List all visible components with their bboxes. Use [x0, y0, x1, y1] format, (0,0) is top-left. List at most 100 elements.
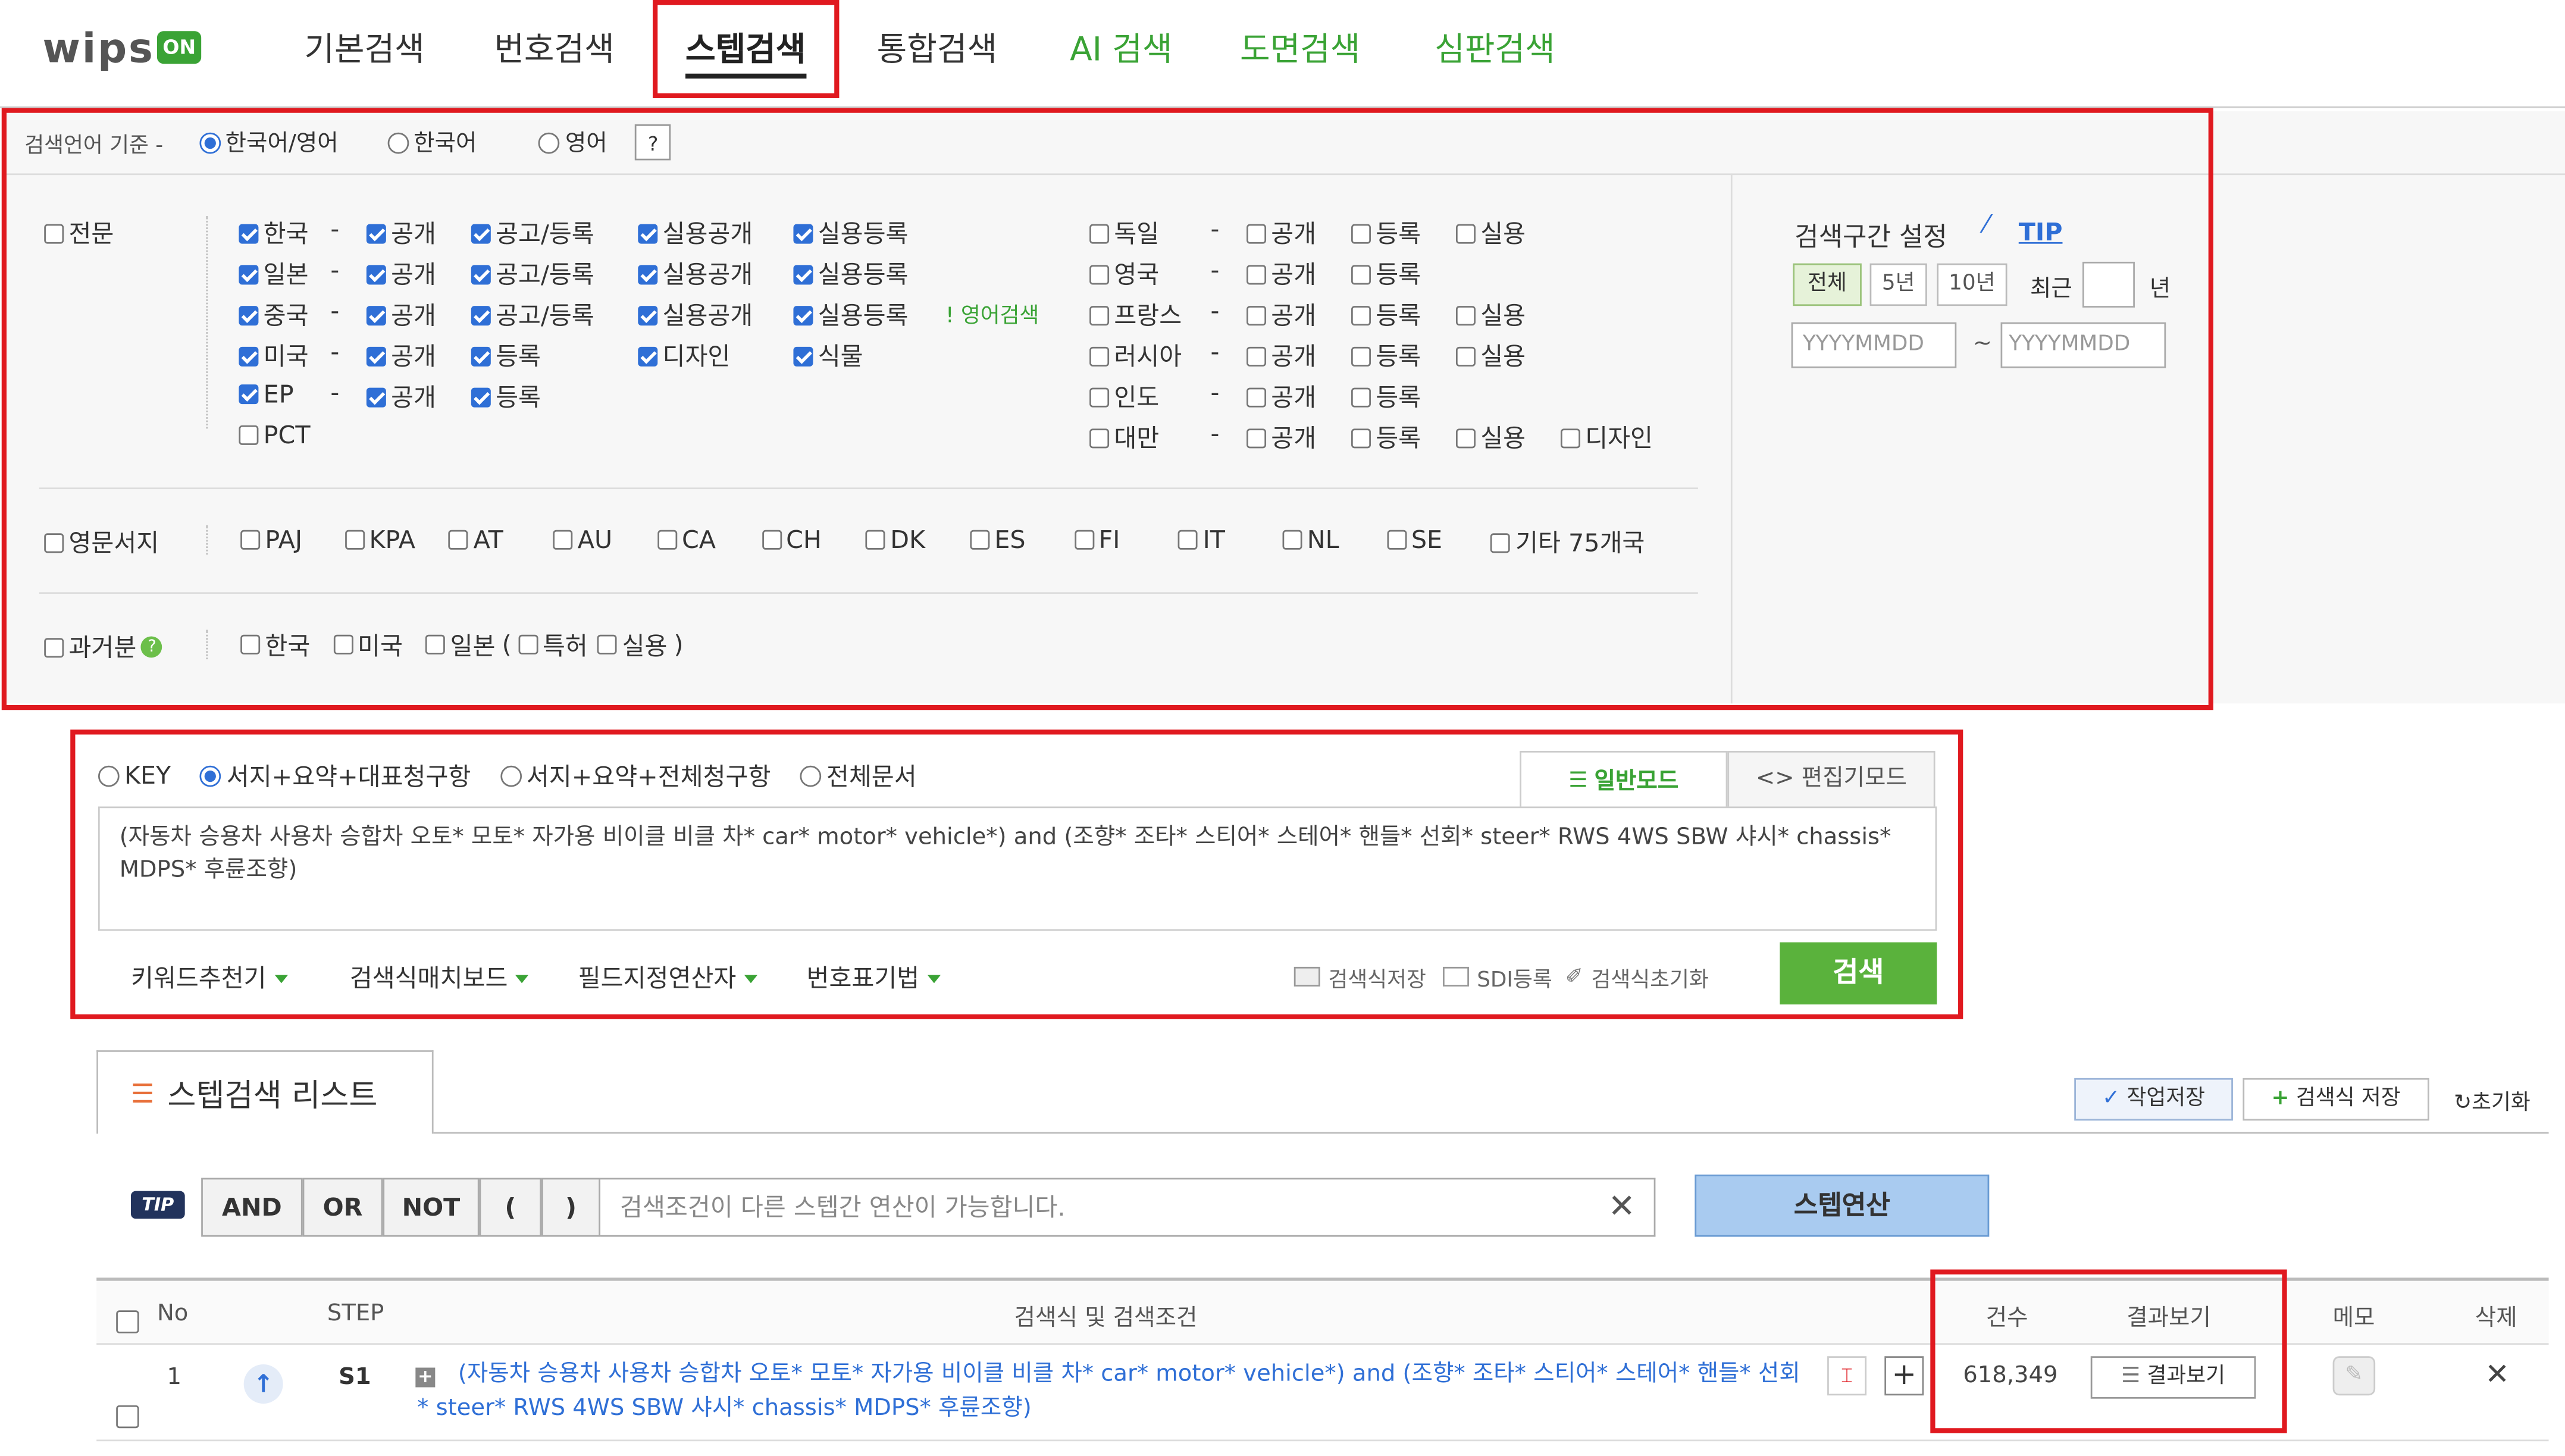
eng-biblio-checkbox[interactable]	[44, 533, 64, 552]
recent-years-input[interactable]	[2082, 262, 2135, 308]
option-checkbox[interactable]	[793, 223, 813, 243]
country-option[interactable]: 공개	[1247, 421, 1316, 455]
country-checkbox[interactable]	[1089, 428, 1109, 447]
eng-biblio-11[interactable]: SE	[1387, 525, 1442, 555]
option-checkbox[interactable]	[1247, 428, 1266, 447]
scope-key[interactable]: KEY	[98, 760, 171, 790]
nav-tab-step[interactable]: 스텝검색	[685, 23, 806, 78]
logo[interactable]: wips ON	[42, 23, 201, 71]
country-option[interactable]: 공개	[1247, 216, 1316, 251]
option-checkbox[interactable]	[367, 387, 386, 406]
country-option[interactable]: 실용등록	[793, 216, 908, 251]
help-circle-icon[interactable]: ?	[142, 637, 163, 658]
country-option[interactable]: 등록	[1351, 216, 1421, 251]
country-option[interactable]: 공고/등록	[471, 298, 594, 332]
row-query-link[interactable]: (자동차 승용차 사용차 승합차 오토* 모토* 자가용 비이클 비클 차* c…	[417, 1358, 1808, 1426]
eng-biblio-checkbox-item[interactable]	[1283, 530, 1302, 550]
country-checkbox[interactable]	[1089, 305, 1109, 325]
eng-biblio-checkbox-item[interactable]	[657, 530, 677, 550]
option-checkbox[interactable]	[638, 223, 657, 243]
scope-key-radio[interactable]	[98, 765, 120, 786]
operator-button-3[interactable]: (	[480, 1178, 541, 1237]
save-work-button[interactable]: ✓ 작업저장	[2074, 1078, 2233, 1120]
reset-button[interactable]: ↻초기화	[2454, 1085, 2530, 1116]
option-checkbox[interactable]	[638, 264, 657, 284]
option-checkbox[interactable]	[1351, 346, 1371, 365]
country-checkbox[interactable]	[1089, 346, 1109, 365]
country-option[interactable]: 실용등록	[793, 257, 908, 292]
country-option[interactable]: 디자인	[1561, 421, 1653, 455]
country-option[interactable]: 실용	[1456, 339, 1526, 373]
country-4[interactable]: EP	[239, 380, 293, 409]
radio-en[interactable]	[539, 131, 560, 153]
country-2[interactable]: 중국	[239, 298, 308, 332]
number-format-dropdown[interactable]: 번호표기법	[807, 960, 941, 994]
option-checkbox[interactable]	[1247, 387, 1266, 406]
jeonmun-checkbox-group[interactable]: 전문	[44, 216, 114, 251]
country-option[interactable]: 공개	[1247, 298, 1316, 332]
country-option[interactable]: 공개	[1247, 257, 1316, 292]
option-checkbox[interactable]	[1456, 305, 1476, 325]
bookmark-icon[interactable]: ⌶	[1827, 1356, 1866, 1395]
radio-ko[interactable]	[387, 131, 409, 153]
country-option[interactable]: 공개	[1247, 380, 1316, 414]
option-checkbox[interactable]	[367, 305, 386, 325]
past-us[interactable]: 미국	[333, 627, 403, 662]
country-right-1[interactable]: 영국	[1089, 257, 1159, 292]
option-checkbox[interactable]	[1247, 305, 1266, 325]
eng-biblio-checkbox-item[interactable]	[1491, 533, 1511, 552]
eng-biblio-7[interactable]: ES	[970, 525, 1025, 555]
option-checkbox[interactable]	[793, 305, 813, 325]
operator-button-1[interactable]: OR	[303, 1178, 383, 1237]
country-checkbox[interactable]	[1089, 223, 1109, 243]
lang-option-en[interactable]: 영어	[539, 126, 607, 159]
view-result-button[interactable]: ☰ 결과보기	[2091, 1356, 2256, 1398]
scope-all-claims[interactable]: 서지+요약+전체청구항	[500, 758, 771, 793]
nav-tab-integrated[interactable]: 통합검색	[877, 23, 997, 70]
lang-option-koen[interactable]: 한국어/영어	[199, 126, 339, 159]
option-checkbox[interactable]	[367, 223, 386, 243]
steplist-tab[interactable]: ☰ 스텝검색 리스트	[96, 1050, 433, 1134]
eng-biblio-1[interactable]: KPA	[344, 525, 415, 555]
option-checkbox[interactable]	[471, 305, 491, 325]
country-checkbox[interactable]	[239, 346, 258, 365]
option-checkbox[interactable]	[471, 223, 491, 243]
eng-biblio-10[interactable]: NL	[1283, 525, 1339, 555]
country-5[interactable]: PCT	[239, 421, 310, 450]
country-option[interactable]: 실용공개	[638, 298, 753, 332]
eng-biblio-3[interactable]: AU	[553, 525, 613, 555]
past-jp-checkbox[interactable]	[425, 635, 445, 655]
eng-biblio-checkbox-item[interactable]	[449, 530, 468, 550]
operator-button-4[interactable]: )	[541, 1178, 600, 1237]
country-option[interactable]: 실용	[1456, 298, 1526, 332]
option-checkbox[interactable]	[471, 387, 491, 406]
past-utility-checkbox[interactable]	[597, 635, 617, 655]
query-textarea[interactable]: (자동차 승용차 사용차 승합차 오토* 모토* 자가용 비이클 비클 차* c…	[98, 806, 1937, 931]
past-kr-checkbox[interactable]	[240, 635, 260, 655]
eng-biblio-6[interactable]: DK	[866, 525, 925, 555]
country-option[interactable]: 실용공개	[638, 216, 753, 251]
country-option[interactable]: 공개	[367, 380, 436, 414]
eng-biblio-group[interactable]: 영문서지	[44, 525, 159, 560]
option-checkbox[interactable]	[1351, 387, 1371, 406]
mode-normal-tab[interactable]: ☰ 일반모드	[1520, 751, 1727, 808]
country-option[interactable]: 등록	[1351, 421, 1421, 455]
past-group[interactable]: 과거분 ?	[44, 630, 162, 665]
eng-biblio-12[interactable]: 기타 75개국	[1491, 525, 1645, 560]
field-operator-dropdown[interactable]: 필드지정연산자	[578, 960, 757, 994]
country-option[interactable]: 등록	[471, 339, 541, 373]
country-option[interactable]: 공개	[1247, 339, 1316, 373]
option-checkbox[interactable]	[1456, 428, 1476, 447]
scope-rep-claim-radio[interactable]	[201, 765, 222, 786]
period-all-button[interactable]: 전체	[1793, 264, 1861, 306]
country-checkbox[interactable]	[239, 384, 258, 404]
country-option[interactable]: 공개	[367, 339, 436, 373]
country-option[interactable]: 등록	[1351, 339, 1421, 373]
past-utility[interactable]: 실용	[597, 627, 667, 662]
keyword-recommender-dropdown[interactable]: 키워드추천기	[131, 960, 287, 994]
eng-biblio-checkbox-item[interactable]	[553, 530, 573, 550]
reset-query-link[interactable]: 검색식초기화	[1591, 961, 1708, 992]
clear-input-icon[interactable]: ✕	[1608, 1186, 1636, 1225]
step-op-button[interactable]: 스텝연산	[1695, 1175, 1989, 1236]
tip-link[interactable]: TIP	[2019, 218, 2063, 247]
